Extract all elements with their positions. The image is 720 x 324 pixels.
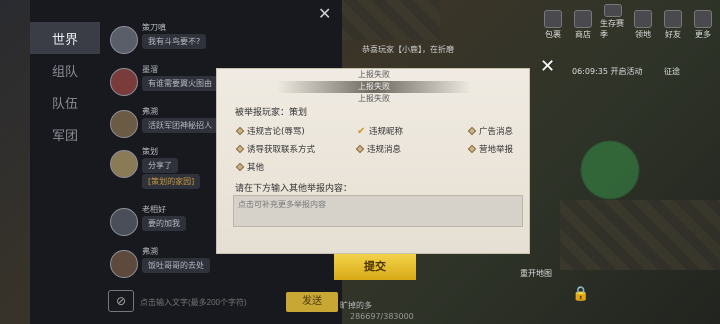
report-option-message[interactable]: 违规消息 bbox=[355, 143, 401, 155]
tab-legion[interactable]: 军团 bbox=[30, 118, 100, 150]
event-timer-side: 征途 bbox=[664, 67, 680, 76]
top-menu-item-more[interactable]: 更多 bbox=[690, 4, 716, 40]
toast-stack: 上报失败 上报失败 上报失败 bbox=[217, 69, 531, 105]
option-marker-icon bbox=[467, 144, 477, 154]
scene-floor-tile bbox=[560, 200, 720, 270]
scene-floor-tile bbox=[340, 0, 440, 40]
event-timer: 06:09:35 开启活动 bbox=[572, 67, 643, 76]
avatar[interactable] bbox=[110, 110, 138, 138]
reported-player-label: 被举报玩家：策划 bbox=[235, 108, 308, 118]
tab-party[interactable]: 队伍 bbox=[30, 86, 100, 118]
report-content-field[interactable]: 点击可补充更多举报内容 bbox=[233, 195, 523, 227]
chat-bubble: 饭吐哥哥的去处 bbox=[142, 258, 210, 273]
tab-team-up[interactable]: 组队 bbox=[30, 54, 100, 86]
chat-sender: 弗溯 bbox=[142, 107, 158, 116]
report-option-contact[interactable]: 诱导获取联系方式 bbox=[235, 143, 315, 155]
friends-icon bbox=[664, 10, 682, 28]
chat-close-icon[interactable]: ✕ bbox=[318, 4, 331, 23]
chat-bubble: 活跃军团神秘招人 bbox=[142, 118, 218, 133]
reopen-map-label[interactable]: 重开地图 bbox=[520, 268, 552, 279]
chat-tabs: 世界 组队 队伍 军团 bbox=[30, 22, 100, 150]
chat-sender: 策刀嗔 bbox=[142, 23, 166, 32]
avatar[interactable] bbox=[110, 26, 138, 54]
bag-icon bbox=[544, 10, 562, 28]
top-menu-item-season[interactable]: 生存赛季 bbox=[600, 4, 626, 40]
checkmark-icon: ✔ bbox=[357, 125, 366, 137]
chat-sender: 策划 bbox=[142, 147, 158, 156]
toast-message: 上报失败 bbox=[358, 94, 390, 103]
avatar[interactable] bbox=[110, 208, 138, 236]
toast-message: 上报失败 bbox=[358, 82, 390, 91]
option-marker-icon bbox=[235, 126, 245, 136]
chat-bubble: 分享了 bbox=[142, 158, 178, 173]
report-option-abuse[interactable]: 违规言论(辱骂) bbox=[235, 125, 305, 137]
report-option-other[interactable]: 其他 bbox=[235, 161, 264, 173]
report-dialog: 上报失败 上报失败 上报失败 被举报玩家：策划 违规言论(辱骂) ✔ 违规昵称 广… bbox=[216, 68, 530, 254]
avatar[interactable] bbox=[110, 250, 138, 278]
submit-button[interactable]: 提交 bbox=[334, 254, 416, 280]
extra-content-label: 请在下方输入其他举报内容： bbox=[235, 184, 353, 194]
toast-message: 上报失败 bbox=[358, 70, 390, 79]
progress-readout: 286697/383000 bbox=[350, 312, 414, 321]
shared-home-link[interactable]: [策划的家园] bbox=[142, 174, 201, 189]
avatar[interactable] bbox=[110, 68, 138, 96]
top-menu-item-territory[interactable]: 领地 bbox=[630, 4, 656, 40]
report-option-nickname[interactable]: ✔ 违规昵称 bbox=[357, 125, 403, 138]
season-icon bbox=[604, 4, 622, 17]
option-marker-icon bbox=[235, 144, 245, 154]
shop-icon bbox=[574, 10, 592, 28]
territory-icon bbox=[634, 10, 652, 28]
option-marker-icon bbox=[355, 144, 365, 154]
chat-input[interactable] bbox=[140, 292, 280, 312]
top-menu-item-bag[interactable]: 包裹 bbox=[540, 4, 566, 40]
send-button[interactable]: 发送 bbox=[286, 292, 338, 312]
option-marker-icon bbox=[235, 162, 245, 172]
avatar[interactable] bbox=[110, 150, 138, 178]
report-option-camp[interactable]: 营地举报 bbox=[467, 143, 513, 155]
option-marker-icon bbox=[467, 126, 477, 136]
lock-icon[interactable]: 🔒 bbox=[572, 286, 589, 302]
top-menu-item-shop[interactable]: 商店 bbox=[570, 4, 596, 40]
chat-sender: 墨溜 bbox=[142, 65, 158, 74]
top-menu: 包裹 商店 生存赛季 领地 好友 更多 bbox=[540, 4, 716, 40]
chat-sender: 老相好 bbox=[142, 205, 166, 214]
bottom-status-text: 旷掉的多 bbox=[340, 301, 372, 310]
close-icon[interactable]: ✕ bbox=[540, 56, 555, 77]
top-menu-item-friends[interactable]: 好友 bbox=[660, 4, 686, 40]
more-icon bbox=[694, 10, 712, 28]
chat-input-row: ⊘ 发送 bbox=[104, 290, 340, 314]
chat-bubble: 要的加我 bbox=[142, 216, 186, 231]
chat-bubble: 我有斗鸟要不? bbox=[142, 34, 207, 49]
system-notice: 恭喜玩家【小鹿】，在折磨 bbox=[362, 45, 454, 54]
voice-toggle-icon[interactable]: ⊘ bbox=[108, 290, 134, 312]
chat-sender: 弗溯 bbox=[142, 247, 158, 256]
tab-world[interactable]: 世界 bbox=[30, 22, 100, 54]
report-option-ads[interactable]: 广告消息 bbox=[467, 125, 513, 137]
chat-bubble: 有谁需要翼火图由 bbox=[142, 76, 218, 91]
